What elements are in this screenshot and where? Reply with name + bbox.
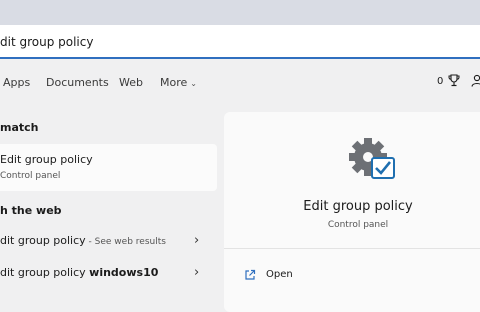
account-icon[interactable] bbox=[471, 74, 480, 88]
web-result-label: dit group policy windows10 bbox=[0, 266, 158, 279]
filter-more[interactable]: More ⌄ bbox=[160, 76, 197, 89]
web-search-heading: h the web bbox=[0, 204, 62, 217]
best-match-subtitle: Control panel bbox=[0, 171, 61, 181]
web-result-suffix: - See web results bbox=[85, 237, 166, 247]
filter-documents[interactable]: Documents bbox=[46, 76, 109, 89]
detail-title: Edit group policy bbox=[303, 199, 413, 214]
chevron-right-icon[interactable]: › bbox=[194, 233, 199, 248]
chevron-down-icon: ⌄ bbox=[190, 79, 197, 88]
chevron-right-icon[interactable]: › bbox=[194, 265, 199, 280]
web-result-item[interactable]: dit group policy windows10 › bbox=[0, 259, 217, 287]
best-match-heading: match bbox=[0, 121, 39, 134]
detail-panel: Edit group policy Control panel Open bbox=[224, 112, 480, 312]
rewards-points: 0 bbox=[437, 76, 444, 87]
web-result-item[interactable]: dit group policy - See web results › bbox=[0, 227, 217, 255]
detail-subtitle: Control panel bbox=[327, 220, 389, 230]
search-box[interactable]: dit group policy bbox=[0, 25, 480, 59]
search-input[interactable]: dit group policy bbox=[0, 35, 93, 49]
window-top-band bbox=[0, 0, 480, 25]
filter-bar: Apps Documents Web More ⌄ bbox=[0, 70, 480, 98]
divider bbox=[224, 248, 480, 249]
filter-apps[interactable]: Apps bbox=[3, 76, 30, 89]
web-result-label: dit group policy - See web results bbox=[0, 234, 166, 247]
best-match-title: Edit group policy bbox=[0, 153, 93, 166]
web-result-text: dit group policy bbox=[0, 234, 86, 247]
group-policy-icon bbox=[349, 138, 395, 179]
open-external-icon[interactable] bbox=[244, 269, 256, 281]
best-match-item[interactable]: Edit group policy Control panel bbox=[0, 144, 217, 191]
trophy-icon[interactable] bbox=[448, 74, 460, 87]
filter-more-label: More bbox=[160, 76, 188, 89]
web-result-bold: windows10 bbox=[89, 266, 159, 279]
web-result-text: dit group policy bbox=[0, 266, 90, 279]
filter-web[interactable]: Web bbox=[119, 76, 143, 89]
open-action[interactable]: Open bbox=[266, 269, 293, 280]
